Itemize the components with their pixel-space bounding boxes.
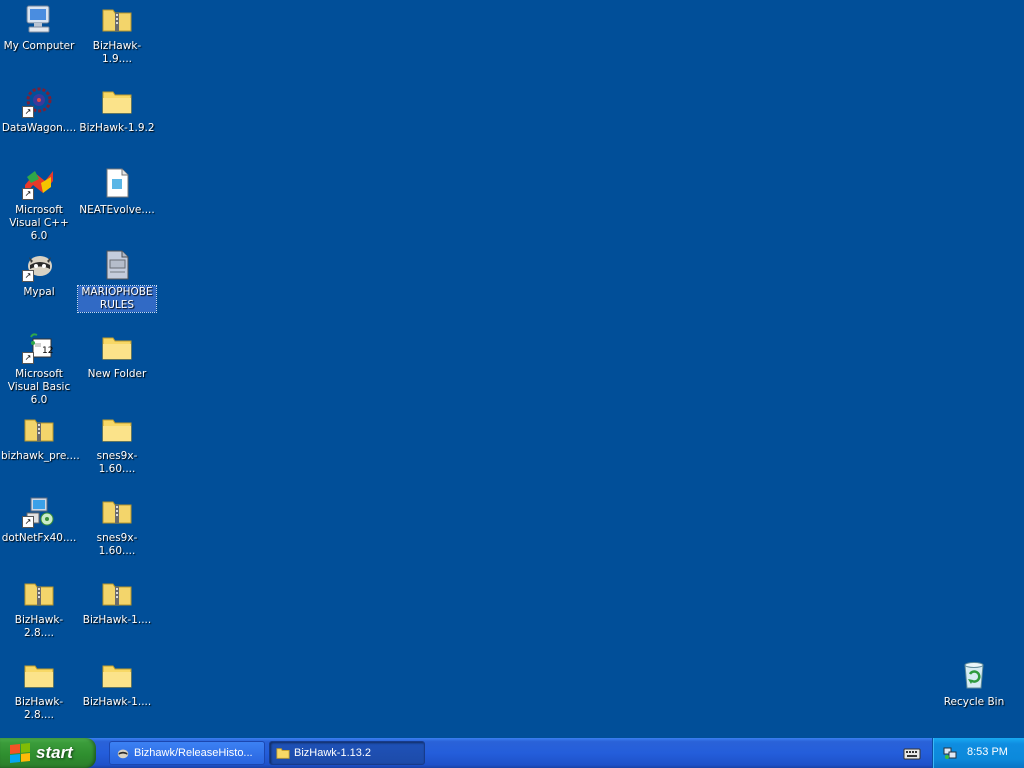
icon-label: snes9x-1.60.... (96, 532, 138, 557)
start-label: start (36, 743, 73, 762)
zip-folder-icon (100, 576, 134, 610)
zip-folder-icon (100, 2, 134, 36)
folder-icon (100, 330, 134, 364)
folder-icon (100, 412, 134, 446)
shortcut-arrow-icon: ↗ (22, 106, 34, 118)
visual-cpp-icon: ↗ (22, 166, 56, 200)
desktop-icon-snes9x-folder[interactable]: snes9x-1.60.... (78, 412, 156, 476)
desktop-icon-bizhawk-2-8-zip[interactable]: BizHawk-2.8.... (0, 576, 78, 640)
system-tray: 8:53 PM (932, 738, 1024, 768)
shortcut-arrow-icon: ↗ (22, 352, 34, 364)
desktop-icon-recycle-bin[interactable]: Recycle Bin (935, 658, 1013, 709)
shortcut-arrow-icon: ↗ (22, 516, 34, 528)
keyboard-icon[interactable] (903, 745, 921, 761)
mypal-raccoon-icon (117, 749, 129, 759)
icon-label: BizHawk-1.... (82, 614, 152, 626)
desktop-icon-bizhawk-pre[interactable]: bizhawk_pre.... (0, 412, 80, 463)
icon-label: New Folder (87, 368, 147, 380)
icon-label: BizHawk-2.8.... (14, 696, 64, 721)
icon-label: Mypal (23, 286, 55, 298)
desktop-icon-bizhawk-1-zip[interactable]: BizHawk-1.... (78, 576, 156, 627)
mypal-raccoon-icon: ↗ (22, 248, 56, 282)
desktop[interactable]: My Computer ↗ DataWagon.... ↗ Microsoft … (0, 0, 1024, 738)
recycle-bin-icon (957, 658, 991, 692)
installer-icon: ↗ (22, 494, 56, 528)
desktop-icon-dotnetfx[interactable]: ↗ dotNetFx40.... (0, 494, 78, 545)
zip-folder-icon (22, 576, 56, 610)
my-computer-icon (22, 2, 56, 36)
desktop-icon-mariophobe-rules[interactable]: MARIOPHOBE RULES (77, 248, 157, 313)
folder-icon (100, 84, 134, 118)
desktop-icon-bizhawk-1-9-zip[interactable]: BizHawk-1.9.... (78, 2, 156, 66)
desktop-icon-new-folder[interactable]: New Folder (78, 330, 156, 381)
folder-icon (22, 658, 56, 692)
icon-label: BizHawk-1.9.... (92, 40, 142, 65)
desktop-icon-mypal[interactable]: ↗ Mypal (0, 248, 78, 299)
shortcut-arrow-icon: ↗ (22, 270, 34, 282)
desktop-icon-bizhawk-1-folder[interactable]: BizHawk-1.... (78, 658, 156, 709)
document-icon (100, 166, 134, 200)
desktop-icon-snes9x-zip[interactable]: snes9x-1.60.... (78, 494, 156, 558)
folder-icon (276, 748, 290, 759)
zip-folder-icon (100, 494, 134, 528)
taskbar-button-bizhawk-release-history[interactable]: Bizhawk/ReleaseHisto... (109, 741, 265, 765)
text-file-icon (100, 248, 134, 282)
icon-label: MARIOPHOBE RULES (77, 285, 157, 313)
network-icon[interactable] (943, 746, 957, 760)
icon-label: NEATEvolve.... (79, 204, 155, 216)
taskbar-button-bizhawk-1-13-2[interactable]: BizHawk-1.13.2 (269, 741, 425, 765)
icon-label: My Computer (3, 40, 75, 52)
icon-label: BizHawk-2.8.... (14, 614, 64, 639)
zip-folder-icon (22, 412, 56, 446)
datawagon-icon: ↗ (22, 84, 56, 118)
icon-label: snes9x-1.60.... (96, 450, 138, 475)
icon-label: BizHawk-1.... (82, 696, 152, 708)
icon-label: dotNetFx40.... (1, 532, 77, 544)
desktop-icon-datawagon[interactable]: ↗ DataWagon.... (0, 84, 78, 135)
task-label: BizHawk-1.13.2 (294, 747, 372, 759)
icon-label: DataWagon.... (1, 122, 77, 134)
windows-flag-icon (10, 742, 30, 764)
desktop-icon-visual-cpp[interactable]: ↗ Microsoft Visual C++ 6.0 (0, 166, 78, 243)
desktop-icon-bizhawk-1-9-2[interactable]: BizHawk-1.9.2 (78, 84, 156, 135)
clock[interactable]: 8:53 PM (967, 746, 1008, 758)
desktop-icon-my-computer[interactable]: My Computer (0, 2, 78, 53)
icon-label: bizhawk_pre.... (1, 450, 80, 462)
shortcut-arrow-icon: ↗ (22, 188, 34, 200)
desktop-icon-visual-basic[interactable]: 12 ↗ Microsoft Visual Basic 6.0 (0, 330, 78, 407)
task-label: Bizhawk/ReleaseHisto... (134, 747, 253, 759)
desktop-icon-neatevolve[interactable]: NEATEvolve.... (78, 166, 156, 217)
taskbar: start Bizhawk/ReleaseHisto... BizHawk-1.… (0, 738, 1024, 768)
start-button[interactable]: start (0, 738, 96, 768)
svg-text:12: 12 (42, 346, 53, 356)
icon-label: Microsoft Visual Basic 6.0 (7, 368, 71, 406)
visual-basic-icon: 12 ↗ (22, 330, 56, 364)
icon-label: Microsoft Visual C++ 6.0 (9, 204, 69, 242)
icon-label: Recycle Bin (943, 696, 1005, 708)
desktop-icon-bizhawk-2-8-folder[interactable]: BizHawk-2.8.... (0, 658, 78, 722)
icon-label: BizHawk-1.9.2 (79, 122, 155, 134)
folder-icon (100, 658, 134, 692)
